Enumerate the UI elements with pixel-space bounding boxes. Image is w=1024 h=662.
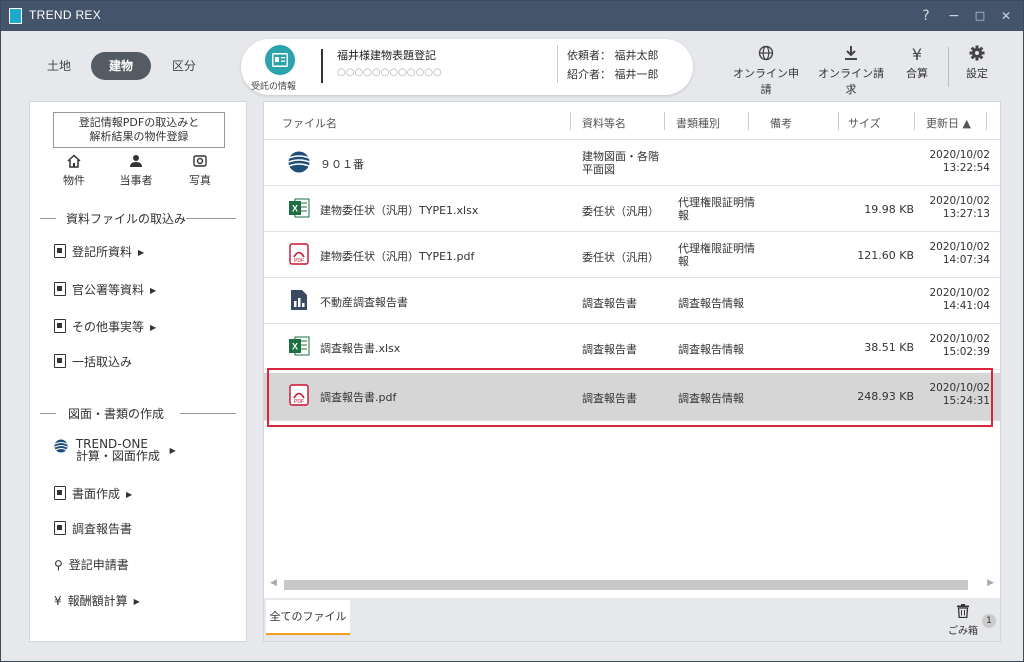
svg-text:X: X (292, 342, 298, 352)
arrow-right-icon: ▶ (133, 597, 140, 606)
sidebar-item-other-facts[interactable]: その他事実等 ▶ (54, 318, 156, 335)
column-header-resource[interactable]: 資料等名 (582, 115, 626, 131)
table-row[interactable]: X 建物委任状（汎用）TYPE1.xlsx 委任状（汎用） 代理権限証明情 報 … (264, 186, 1000, 232)
sidebar-item-survey-report[interactable]: 調査報告書 (54, 520, 132, 537)
trash-count-badge: 1 (982, 614, 996, 628)
online-request-button[interactable]: オンライン請求 (815, 45, 887, 97)
online-application-button[interactable]: オンライン申請 (731, 45, 801, 97)
sidebar-item-fee-calculation[interactable]: ¥ 報酬額計算 ▶ (54, 592, 140, 609)
document-icon (54, 319, 66, 333)
scrollbar-thumb[interactable] (284, 580, 968, 590)
table-row[interactable]: 不動産調査報告書 調査報告書 調査報告情報 2020/10/02 14:41:0… (264, 278, 1000, 324)
table-header: ファイル名 資料等名 書類種別 備考 サイズ 更新日 ▲ (264, 102, 1000, 140)
case-title: 福井様建物表題登記 (337, 49, 436, 62)
case-info-card[interactable]: 受託の情報 福井様建物表題登記 ○○○○○○○○○○○○ 依頼者： 福井太郎 紹… (241, 39, 693, 95)
tab-building[interactable]: 建物 (91, 52, 151, 80)
table-row[interactable]: PDF 建物委任状（汎用）TYPE1.pdf 委任状（汎用） 代理権限証明情 報… (264, 232, 1000, 278)
column-header-size[interactable]: サイズ (848, 115, 881, 131)
arrow-right-icon: ▶ (150, 286, 157, 295)
report-icon (54, 521, 66, 535)
arrow-right-icon: ▶ (169, 446, 176, 455)
sidebar-item-bulk-import[interactable]: 一括取込み (54, 353, 132, 370)
close-button[interactable]: ✕ (995, 5, 1017, 27)
arrow-right-icon: ▶ (138, 248, 145, 257)
person-form-icon: ⚲ (54, 558, 63, 572)
tab-unit[interactable]: 区分 (163, 52, 205, 80)
sidebar-item-trend-one[interactable]: TREND-ONE 計算・図面作成 ▶ (54, 438, 176, 462)
total-button[interactable]: ¥ 合算 (899, 45, 935, 81)
document-icon (54, 282, 66, 296)
sidebar-item-registry-docs[interactable]: 登記所資料 ▶ (54, 243, 144, 260)
bottom-bar: 全てのファイル ごみ箱 1 (264, 598, 1000, 641)
table-row[interactable]: X 調査報告書.xlsx 調査報告書 調査報告情報 38.51 KB 2020/… (264, 324, 1000, 370)
settings-button[interactable]: 設定 (959, 45, 995, 81)
title-bar: TREND REX ? − □ ✕ (1, 1, 1023, 31)
arrow-right-icon: ▶ (150, 323, 157, 332)
excel-icon: X (288, 197, 310, 219)
person-icon (106, 154, 166, 172)
globe-icon (731, 45, 801, 65)
home-icon (44, 154, 104, 172)
yen-icon: ¥ (54, 594, 62, 608)
yen-icon: ¥ (911, 45, 923, 64)
tab-all-files[interactable]: 全てのファイル (266, 600, 350, 635)
app-title: TREND REX (29, 8, 102, 22)
column-header-name[interactable]: ファイル名 (282, 115, 337, 131)
pdf-icon: PDF (288, 243, 310, 265)
gear-icon (959, 45, 995, 65)
maximize-button[interactable]: □ (969, 5, 991, 27)
arrow-right-icon: ▶ (126, 490, 133, 499)
app-window: TREND REX ? − □ ✕ 土地 建物 区分 受託の情報 福井様建物表題… (0, 0, 1024, 662)
selection-highlight (267, 368, 993, 427)
svg-text:PDF: PDF (294, 258, 304, 264)
requester: 依頼者： 福井太郎 (567, 49, 659, 62)
app-logo-icon (9, 8, 22, 24)
introducer: 紹介者： 福井一郎 (567, 68, 659, 81)
sidebar: 登記情報PDFの取込みと 解析結果の物件登録 物件 当事者 写真 資料ファイルの… (29, 101, 247, 642)
case-info-label: 受託の情報 (251, 82, 297, 92)
excel-icon: X (288, 335, 310, 357)
column-header-updated[interactable]: 更新日 ▲ (926, 115, 971, 131)
trash-icon (948, 604, 978, 622)
svg-text:X: X (292, 204, 298, 214)
scroll-left-icon[interactable]: ◀ (270, 578, 277, 588)
column-header-notes[interactable]: 備考 (770, 115, 792, 131)
header: 土地 建物 区分 受託の情報 福井様建物表題登記 ○○○○○○○○○○○○ 依頼… (1, 31, 1023, 101)
section-header-import: 資料ファイルの取込み (40, 210, 236, 226)
sidebar-item-registration-application[interactable]: ⚲ 登記申請書 (54, 556, 129, 573)
edit-document-icon (54, 486, 66, 500)
trend-one-icon (288, 151, 310, 173)
sidebar-item-document-creation[interactable]: 書面作成 ▶ (54, 485, 132, 502)
document-icon (54, 244, 66, 258)
divider (948, 47, 949, 87)
parties-button[interactable]: 当事者 (106, 154, 166, 188)
id-card-icon[interactable] (265, 45, 295, 75)
download-icon (815, 45, 887, 65)
camera-icon (170, 154, 230, 172)
section-header-create: 図面・書類の作成 (40, 405, 236, 421)
help-button[interactable]: ? (915, 5, 937, 27)
divider (557, 45, 558, 83)
photos-button[interactable]: 写真 (170, 154, 230, 188)
column-header-doctype[interactable]: 書類種別 (676, 115, 720, 131)
case-subtitle: ○○○○○○○○○○○○ (337, 67, 442, 78)
trash-button[interactable]: ごみ箱 (948, 604, 978, 637)
report-icon (288, 289, 310, 311)
minimize-button[interactable]: − (943, 5, 965, 27)
trend-one-icon (54, 439, 68, 456)
tab-land[interactable]: 土地 (39, 52, 79, 80)
sidebar-item-public-docs[interactable]: 官公署等資料 ▶ (54, 281, 156, 298)
property-button[interactable]: 物件 (44, 154, 104, 188)
horizontal-scrollbar[interactable]: ◀ ▶ (264, 578, 1000, 592)
table-row[interactable]: ９０１番 建物図面・各階 平面図 2020/10/02 13:22:54 (264, 140, 1000, 186)
import-pdf-button[interactable]: 登記情報PDFの取込みと 解析結果の物件登録 (53, 112, 225, 148)
divider (321, 49, 323, 83)
bulk-import-icon (54, 354, 66, 368)
scroll-right-icon[interactable]: ▶ (987, 578, 994, 588)
